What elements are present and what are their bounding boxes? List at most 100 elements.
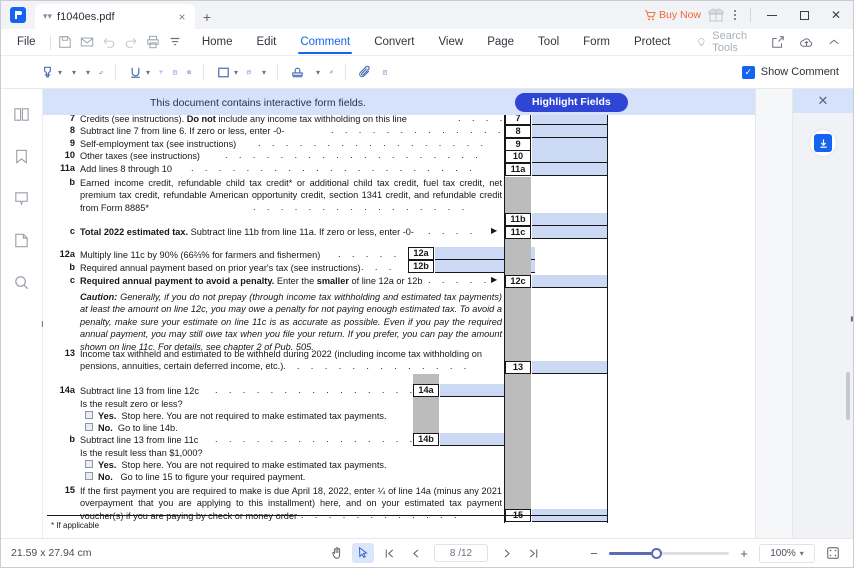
checkbox-14b-yes[interactable] [85, 460, 93, 468]
document-viewport[interactable]: 6 Add lines 4 and 5. Add to this amount … [43, 89, 792, 538]
leader-dots: . . . . . . . . . . . . . . . . [253, 202, 469, 212]
share-icon[interactable] [765, 31, 791, 53]
tab-dropdown-icon[interactable]: ▾▾ [43, 12, 52, 21]
form-field-8[interactable] [532, 125, 607, 138]
show-comment-toggle[interactable]: ✓ Show Comment [741, 65, 853, 79]
chevron-down-icon[interactable]: ▾ [86, 68, 90, 77]
blank-field-area [531, 177, 607, 213]
chevron-down-icon[interactable]: ▾ [146, 68, 150, 77]
new-tab-button[interactable]: + [195, 4, 219, 29]
right-panel-handle[interactable]: ▶ [851, 314, 853, 323]
checkbox-14a-no[interactable] [85, 423, 93, 431]
next-page-icon[interactable] [496, 543, 518, 563]
sidebar-item-bookmarks[interactable] [9, 143, 35, 169]
chevron-down-icon[interactable]: ▾ [316, 68, 320, 77]
shape-tool[interactable]: ▾ [211, 59, 242, 85]
sidebar-item-comments[interactable] [9, 185, 35, 211]
vertical-scrollbar[interactable] [846, 372, 850, 420]
form-field-10[interactable] [532, 150, 607, 163]
zoom-slider-knob[interactable] [651, 547, 662, 559]
custom-stamp-tool[interactable]: ▾ [310, 59, 324, 85]
hand-tool-icon[interactable] [326, 543, 348, 563]
save-icon[interactable] [54, 31, 76, 53]
search-tools-label: Search Tools [712, 30, 748, 54]
menu-item-page[interactable]: Page [475, 29, 526, 56]
highlight-tool[interactable]: ▾ [35, 59, 66, 85]
more-quick-tools-icon[interactable] [164, 31, 186, 53]
notification-close-icon[interactable]: ✕ [818, 93, 829, 109]
menu-item-tool[interactable]: Tool [526, 29, 571, 56]
highlight-fields-button[interactable]: Highlight Fields [515, 93, 628, 112]
form-field-11c[interactable] [532, 226, 607, 239]
fit-page-button[interactable] [823, 544, 843, 562]
text-box-tool[interactable] [168, 59, 182, 85]
checkbox-14a-yes[interactable] [85, 411, 93, 419]
buy-now-button[interactable]: Buy Now [639, 9, 706, 21]
menu-item-view[interactable]: View [426, 29, 475, 56]
leader-dots: . . . . . . . . . . . . . . [283, 361, 471, 371]
more-options-icon[interactable] [726, 10, 744, 20]
chevron-down-icon[interactable]: ▾ [234, 68, 238, 77]
show-comment-checkbox[interactable]: ✓ [741, 65, 755, 79]
undo-icon[interactable] [98, 31, 120, 53]
area-highlight-tool[interactable]: ▾ [66, 59, 80, 85]
form-field-12c[interactable] [532, 275, 607, 288]
search-tools[interactable]: Search Tools [696, 30, 765, 54]
collapse-ribbon-icon[interactable] [821, 31, 847, 53]
zoom-out-button[interactable]: − [587, 546, 601, 561]
zoom-level-select[interactable]: 100% ▾ [759, 543, 815, 563]
signature-icon [329, 69, 334, 74]
menu-item-comment[interactable]: Comment [288, 29, 362, 56]
chevron-down-icon[interactable]: ▾ [800, 549, 804, 558]
add-text-tool[interactable] [154, 59, 168, 85]
tab-close-icon[interactable]: × [175, 10, 189, 24]
sidebar-item-search[interactable] [9, 269, 35, 295]
sidebar-item-thumbnails[interactable] [9, 101, 35, 127]
gift-icon[interactable] [708, 7, 724, 23]
last-page-icon[interactable] [522, 543, 544, 563]
signature-tool[interactable] [324, 59, 338, 85]
minimize-button[interactable] [757, 2, 787, 28]
comment-list-icon [383, 69, 388, 75]
chevron-down-icon[interactable]: ▾ [262, 68, 266, 77]
stamp-tool[interactable] [285, 59, 310, 85]
form-field-13[interactable] [532, 361, 607, 374]
cloud-icon[interactable] [793, 31, 819, 53]
prev-page-icon[interactable] [404, 543, 426, 563]
menu-item-convert[interactable]: Convert [362, 29, 426, 56]
maximize-button[interactable] [789, 2, 819, 28]
form-field-11b[interactable] [532, 213, 607, 226]
grey-separator-column [505, 177, 531, 213]
comment-list-tool[interactable] [378, 59, 392, 85]
chevron-down-icon[interactable]: ▾ [58, 68, 62, 77]
sidebar-item-attachments[interactable] [9, 227, 35, 253]
note-tool[interactable] [242, 59, 256, 85]
pencil-tool[interactable]: ▾ [80, 59, 94, 85]
print-icon[interactable] [142, 31, 164, 53]
measure-tool[interactable]: ▾ [256, 59, 270, 85]
redo-icon[interactable] [120, 31, 142, 53]
download-form-button[interactable] [809, 129, 837, 157]
chevron-down-icon[interactable]: ▾ [72, 68, 76, 77]
menu-item-form[interactable]: Form [571, 29, 622, 56]
select-tool-icon[interactable] [352, 543, 374, 563]
checkbox-14b-no[interactable] [85, 472, 93, 480]
zoom-in-button[interactable]: + [737, 546, 751, 561]
file-menu[interactable]: File [7, 36, 46, 48]
text-callout-tool[interactable] [182, 59, 196, 85]
form-field-11a[interactable] [532, 163, 607, 176]
first-page-icon[interactable] [378, 543, 400, 563]
underline-tool[interactable]: ▾ [123, 59, 154, 85]
eraser-tool[interactable] [94, 59, 108, 85]
leader-dots: . . . . . . . . . . . . . . . . . [258, 138, 488, 148]
menu-item-edit[interactable]: Edit [245, 29, 289, 56]
attachment-tool[interactable] [353, 59, 378, 85]
line-num-11b: b [69, 177, 75, 187]
email-icon[interactable] [76, 31, 98, 53]
menu-item-home[interactable]: Home [190, 29, 245, 56]
page-number-input[interactable]: 8 /12 [434, 544, 488, 562]
menu-item-protect[interactable]: Protect [622, 29, 682, 56]
close-window-button[interactable]: ✕ [821, 2, 851, 28]
document-tab[interactable]: ▾▾ f1040es.pdf × [35, 4, 195, 29]
zoom-slider[interactable] [609, 546, 729, 560]
